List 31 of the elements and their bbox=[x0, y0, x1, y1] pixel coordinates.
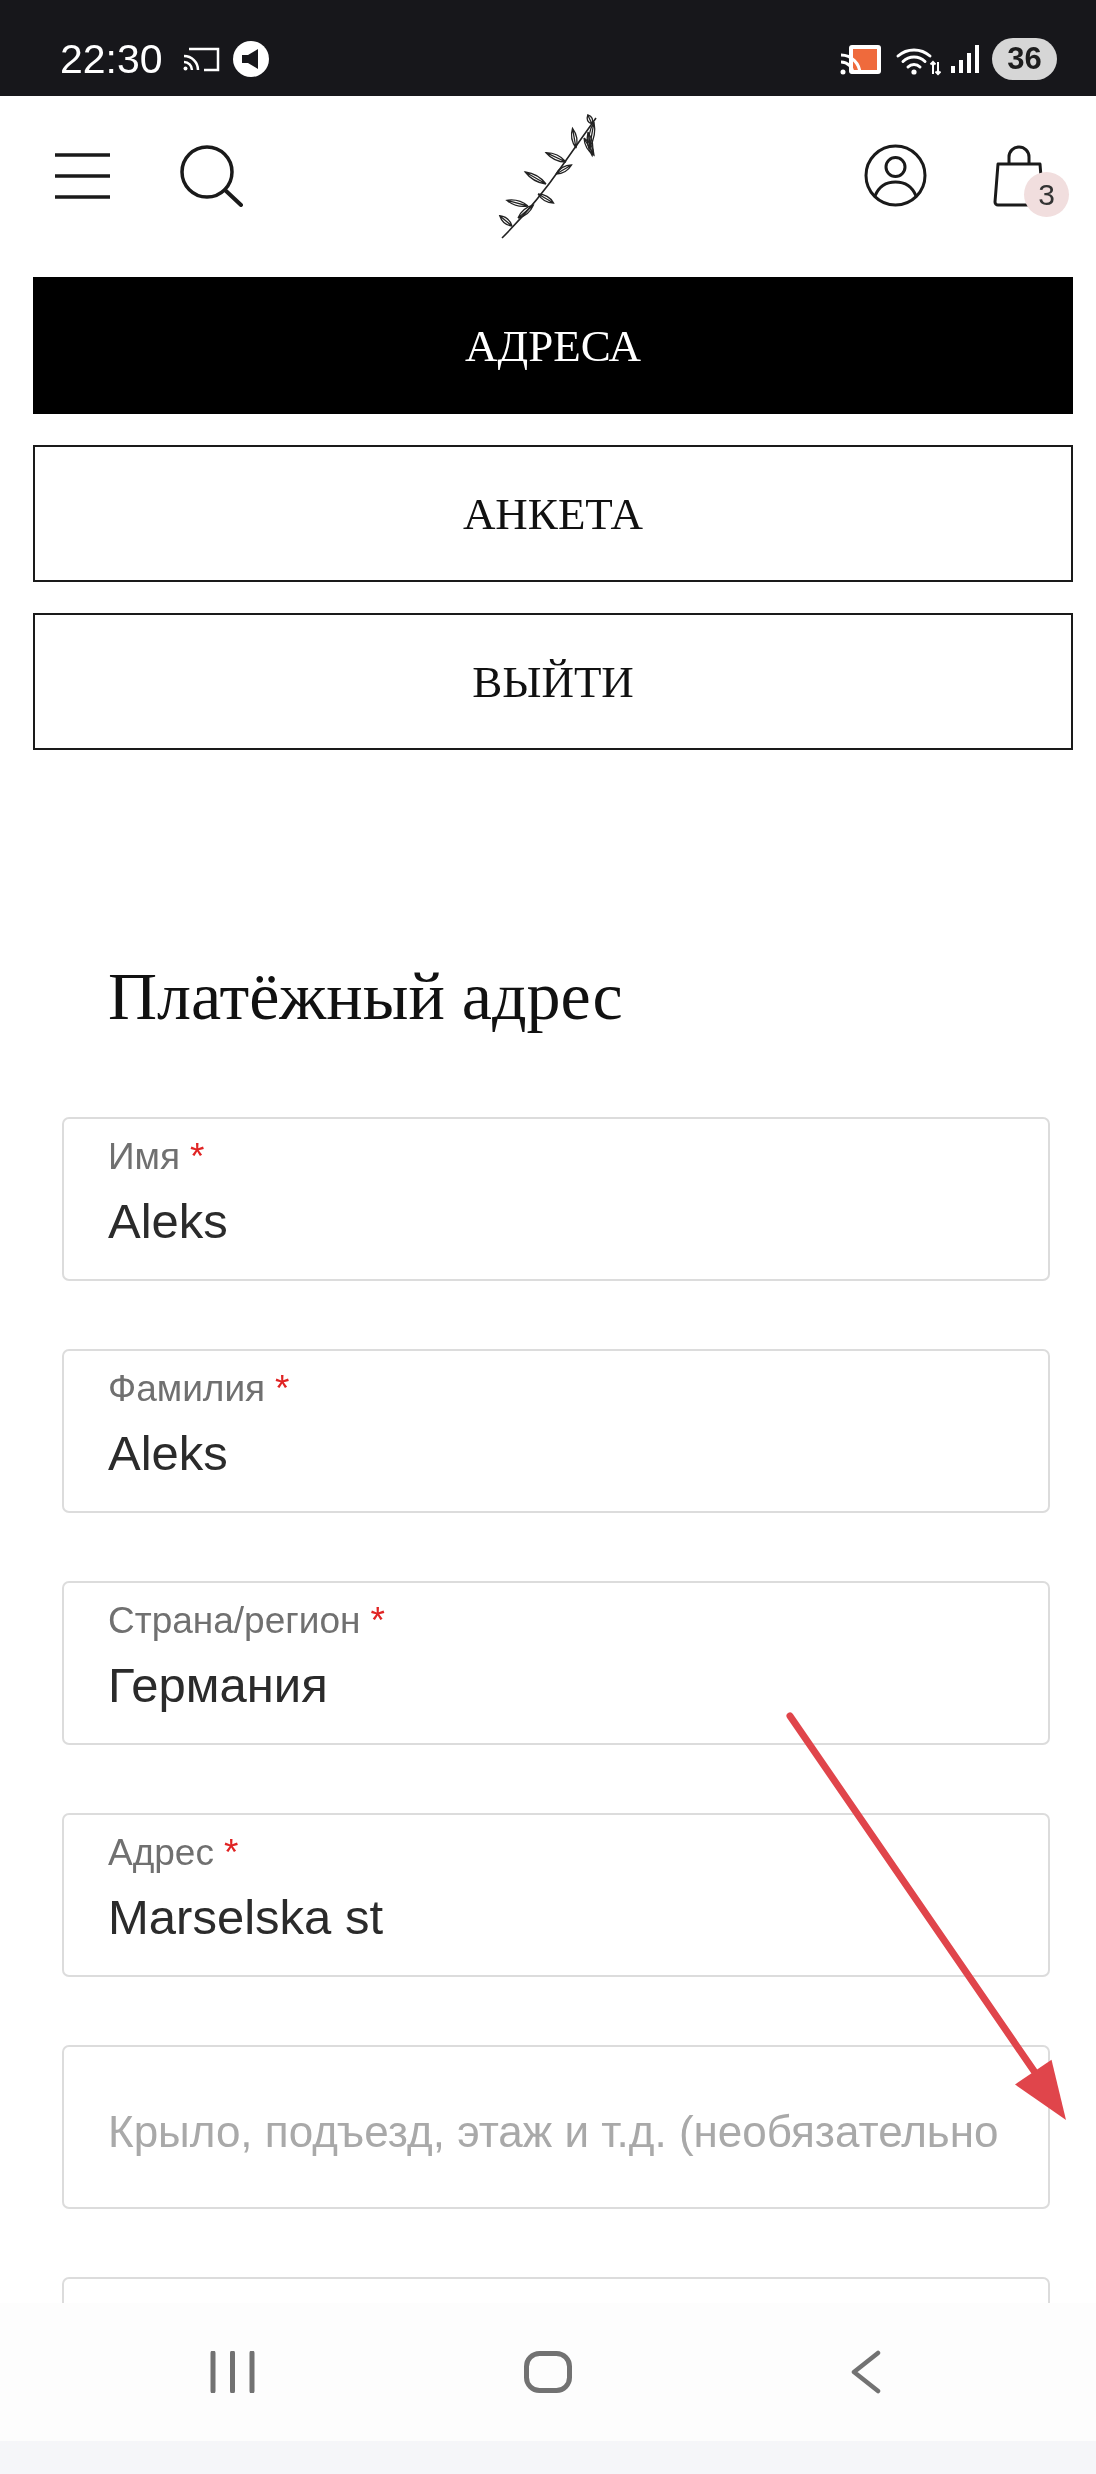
field-input[interactable]: Крыло, подъезд, этаж и т.д. (необязательно bbox=[108, 2102, 1044, 2162]
text-field[interactable]: Страна/регион * Германия bbox=[62, 1581, 1050, 1745]
battery-indicator: 36 bbox=[992, 38, 1057, 80]
section-heading: Платёжный адрес bbox=[107, 957, 624, 1036]
text-field[interactable]: Фамилия * Aleks bbox=[62, 1349, 1050, 1513]
field-label: Страна/регион * bbox=[108, 1599, 385, 1643]
recent-apps-icon[interactable] bbox=[210, 2351, 255, 2393]
screen-cast-icon bbox=[839, 42, 883, 76]
field-input[interactable]: Marselska st bbox=[108, 1887, 1044, 1947]
text-field[interactable]: Адрес * Marselska st bbox=[62, 1813, 1050, 1977]
cart-count-badge: 3 bbox=[1024, 172, 1069, 217]
text-field[interactable]: Имя * Aleks bbox=[62, 1117, 1050, 1281]
field-label: Фамилия * bbox=[108, 1367, 290, 1411]
speaker-icon bbox=[232, 41, 269, 77]
back-icon[interactable] bbox=[850, 2350, 881, 2394]
menu-icon[interactable] bbox=[55, 152, 110, 199]
field-label: Имя * bbox=[108, 1135, 205, 1179]
account-menu-button[interactable]: АНКЕТА bbox=[33, 445, 1073, 582]
signal-icon bbox=[951, 45, 980, 73]
account-menu-button[interactable]: АДРЕСА bbox=[33, 277, 1073, 414]
field-label: Адрес * bbox=[108, 1831, 239, 1875]
cast-icon bbox=[181, 46, 220, 72]
field-input[interactable]: Германия bbox=[108, 1655, 1044, 1715]
account-menu-button[interactable]: ВЫЙТИ bbox=[33, 613, 1073, 750]
search-icon[interactable] bbox=[180, 144, 243, 207]
home-icon[interactable] bbox=[524, 2351, 572, 2393]
field-input[interactable]: Aleks bbox=[108, 1191, 1044, 1251]
status-time: 22:30 bbox=[60, 35, 163, 83]
account-icon[interactable] bbox=[864, 144, 927, 207]
field-input[interactable]: Aleks bbox=[108, 1423, 1044, 1483]
text-field[interactable]: Крыло, подъезд, этаж и т.д. (необязательно bbox=[62, 2045, 1050, 2209]
